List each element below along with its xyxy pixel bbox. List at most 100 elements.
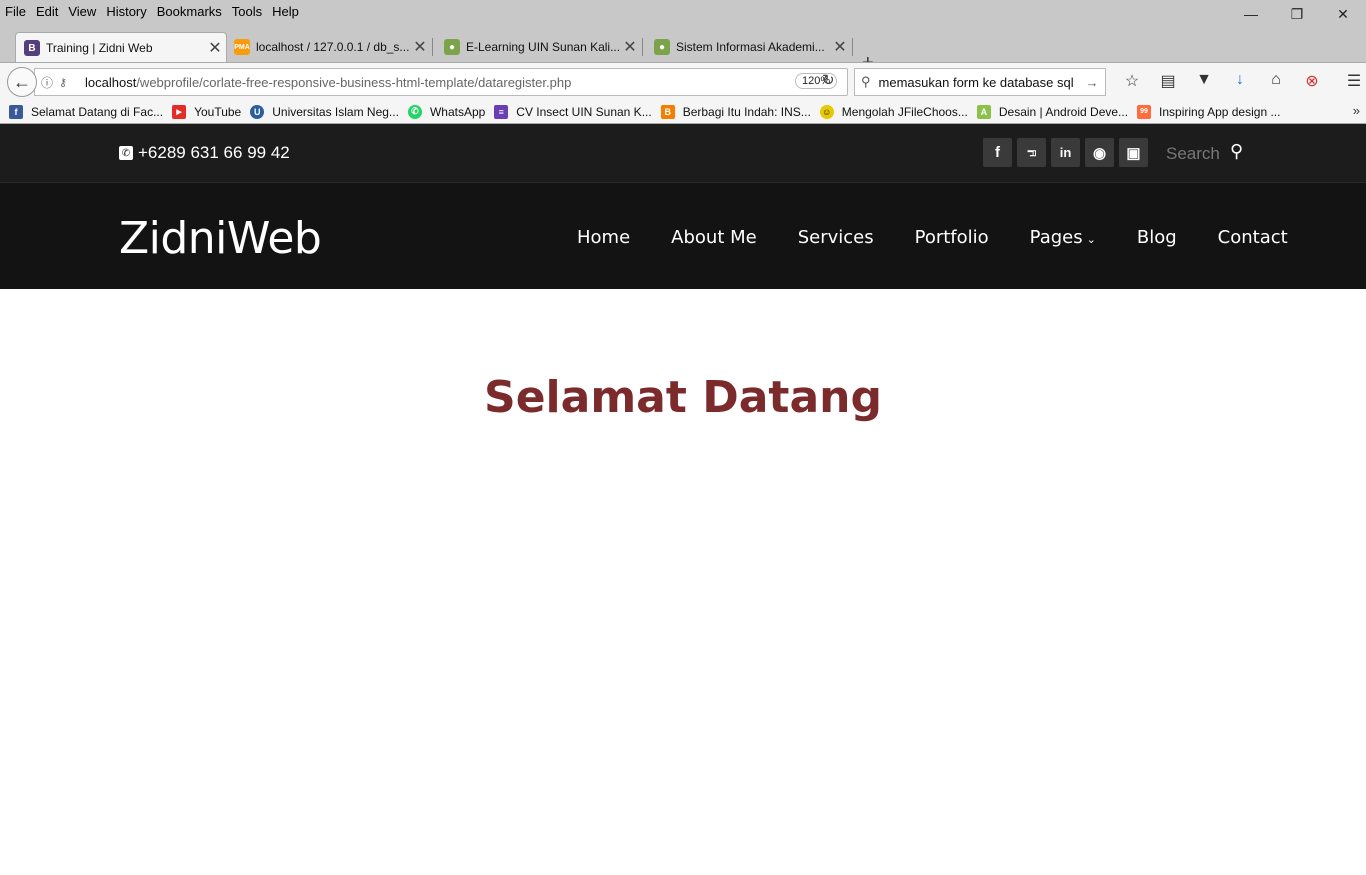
nav-blog[interactable]: Blog [1137,227,1177,248]
home-icon[interactable]: ⌂ [1258,71,1294,91]
bookmark-item[interactable]: 99 Inspiring App design ... [1137,104,1281,119]
linkedin-icon[interactable]: in [1051,138,1080,167]
bookmark-label: Mengolah JFileChoos... [841,104,968,119]
info-icon[interactable]: ⓘ [41,74,57,91]
bookmark-item[interactable]: B Berbagi Itu Indah: INS... [660,104,811,119]
bookmark-label: Universitas Islam Neg... [272,104,399,119]
browser-menu-bar: File Edit View History Bookmarks Tools H… [0,0,1366,22]
nav-pages-label: Pages [1029,227,1083,248]
site-brand-logo[interactable]: ZidniWeb [119,213,322,264]
menu-help[interactable]: Help [267,4,304,19]
nav-services[interactable]: Services [798,227,874,248]
bookmark-label: WhatsApp [429,104,486,119]
bookmark-item[interactable]: U Universitas Islam Neg... [250,104,399,119]
url-bar[interactable]: ⓘ ⚷ localhost/webprofile/corlate-free-re… [34,68,848,96]
menu-bookmarks[interactable]: Bookmarks [152,4,227,19]
site-search-input[interactable]: Search [1166,144,1220,164]
bookmark-item[interactable]: ▶ YouTube [172,104,242,119]
whatsapp-icon: ✆ [407,104,422,119]
close-tab-icon[interactable]: ✕ [829,37,851,57]
tab-title: Sistem Informasi Akademi... [676,40,825,54]
github-icon[interactable]: ◉ [1085,138,1114,167]
nav-pages[interactable]: Pages ⌄ [1030,227,1096,248]
close-tab-icon[interactable]: ✕ [409,37,431,57]
phone-icon: ✆ [119,146,133,160]
bookmark-item[interactable]: ≡ CV Insect UIN Sunan K... [494,104,652,119]
close-tab-icon[interactable]: ✕ [204,38,226,58]
nav-home[interactable]: Home [577,227,630,248]
pocket-icon[interactable]: ▼ [1186,71,1222,91]
uin-logo-icon: U [250,104,265,119]
nav-about-me[interactable]: About Me [671,227,757,248]
download-icon[interactable]: ↓ [1222,71,1258,91]
bookmarks-bar: f Selamat Datang di Fac... ▶ YouTube U Univ… [0,100,1366,124]
menu-file[interactable]: File [0,4,31,19]
url-text[interactable]: localhost/webprofile/corlate-free-respon… [85,75,571,90]
uin-icon: ● [444,39,460,55]
bookmark-label: CV Insect UIN Sunan K... [516,104,652,119]
bookmark-label: Selamat Datang di Fac... [31,104,164,119]
menu-history[interactable]: History [101,4,151,19]
hamburger-menu-icon[interactable]: ☰ [1336,71,1366,91]
nav-menu: Home About Me Services Portfolio Pages ⌄ … [577,227,1288,248]
tab-title: E-Learning UIN Sunan Kali... [466,40,619,54]
youtube-icon: ▶ [172,104,187,119]
bookmark-item[interactable]: ☺ Mengolah JFileChoos... [819,104,968,119]
addon-block-icon[interactable]: ⊗ [1294,71,1330,91]
phone-number: +6289 631 66 99 42 [138,143,290,162]
99designs-icon: 99 [1137,104,1152,119]
facebook-icon[interactable]: f [983,138,1012,167]
reload-icon[interactable]: ↻ [822,71,835,89]
chevron-down-icon: ⌄ [1086,233,1096,246]
menu-tools[interactable]: Tools [227,4,267,19]
navigation-bar: ⓘ ⚷ localhost/webprofile/corlate-free-re… [0,62,1366,101]
instagram-icon[interactable]: ▣ [1119,138,1148,167]
site-topbar: ✆ +6289 631 66 99 42 f 𝡽 in ◉ ▣ Search ⚲ [0,124,1366,183]
search-icon[interactable]: ⚲ [1230,141,1243,162]
phone-contact: ✆ +6289 631 66 99 42 [119,143,290,163]
phpmyadmin-icon: PMA [234,39,250,55]
tab-bar: B Training | Zidni Web ✕ PMA localhost /… [0,22,1366,74]
toolbar-icons: ☆ ▤ ▼ ↓ ⌂ ⊗ ☰ [1114,71,1366,91]
search-input[interactable] [876,73,1086,91]
android-icon: A [976,104,991,119]
nav-portfolio[interactable]: Portfolio [915,227,989,248]
url-path: /webprofile/corlate-free-responsive-busi… [136,74,572,90]
search-icon: ⚲ [861,74,871,89]
tab-title: Training | Zidni Web [46,41,153,55]
bookmark-star-icon[interactable]: ☆ [1114,71,1150,91]
bookmark-label: Desain | Android Deve... [998,104,1129,119]
bookmark-item[interactable]: f Selamat Datang di Fac... [9,104,164,119]
menu-edit[interactable]: Edit [31,4,63,19]
back-button[interactable]: ← [7,67,37,97]
bootstrap-icon: B [24,40,40,56]
menu-view[interactable]: View [63,4,101,19]
key-icon: ⚷ [59,76,68,89]
bookmark-label: YouTube [194,104,242,119]
social-links: f 𝡽 in ◉ ▣ [983,138,1153,167]
bookmark-label: Berbagi Itu Indah: INS... [682,104,811,119]
close-tab-icon[interactable]: ✕ [619,37,641,57]
bookmarks-overflow-icon[interactable]: » [1353,103,1360,118]
site-main-nav: ZidniWeb Home About Me Services Portfoli… [0,183,1366,289]
search-bar[interactable]: ⚲ → [854,68,1106,96]
list-icon: ≡ [494,104,509,119]
bookmark-item[interactable]: A Desain | Android Deve... [976,104,1129,119]
bookmark-label: Inspiring App design ... [1159,104,1281,119]
hero-title: Selamat Datang [484,372,882,423]
bookmark-item[interactable]: ✆ WhatsApp [407,104,486,119]
twitter-icon[interactable]: 𝡽 [1017,138,1046,167]
blogger-icon: B [660,104,675,119]
uin-icon: ● [654,39,670,55]
url-host: localhost [85,74,137,90]
tab-sistem-informasi[interactable]: ● Sistem Informasi Akademi... ✕ [646,32,853,62]
tab-elearning[interactable]: ● E-Learning UIN Sunan Kali... ✕ [436,32,643,62]
nav-contact[interactable]: Contact [1218,227,1288,248]
smiley-icon: ☺ [819,104,834,119]
go-arrow-icon[interactable]: → [1086,75,1099,90]
tab-training-zidni-web[interactable]: B Training | Zidni Web ✕ [15,32,227,63]
facebook-icon: f [9,104,23,119]
reading-list-icon[interactable]: ▤ [1150,71,1186,91]
tab-phpmyadmin[interactable]: PMA localhost / 127.0.0.1 / db_s... ✕ [226,32,433,62]
tab-title: localhost / 127.0.0.1 / db_s... [256,40,409,54]
